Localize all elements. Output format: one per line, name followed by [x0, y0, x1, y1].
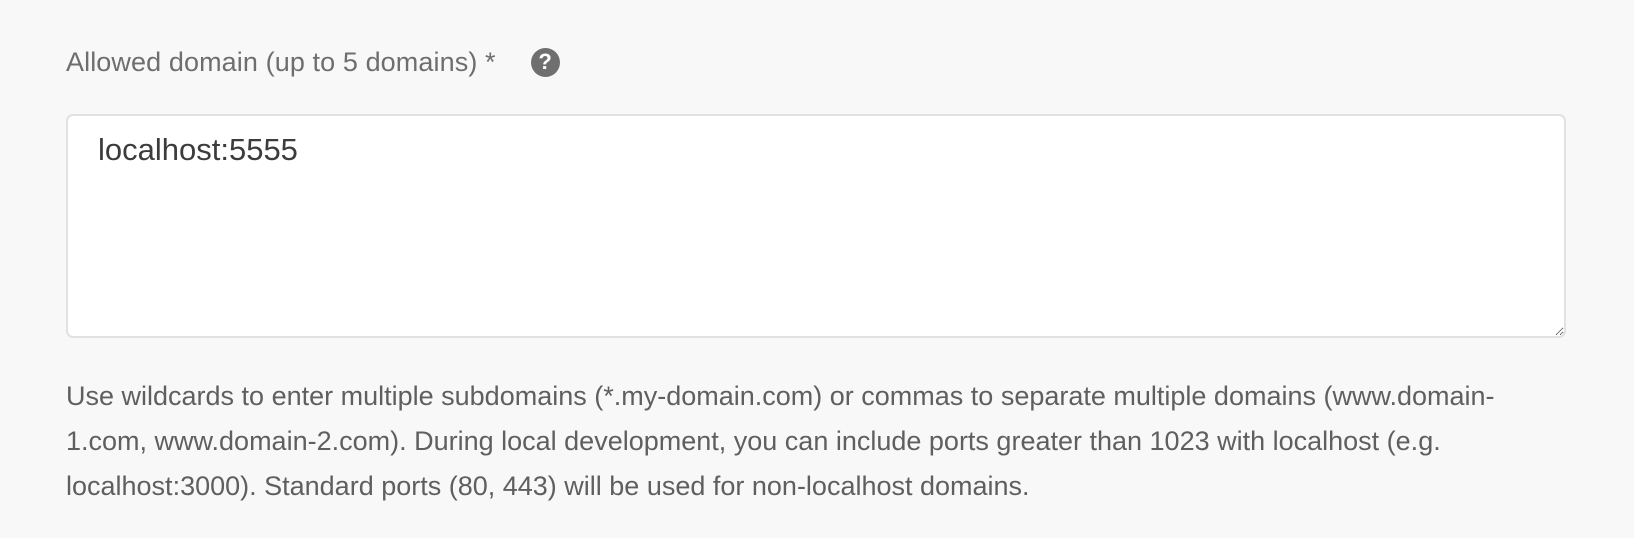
- allowed-domain-label-row: Allowed domain (up to 5 domains) * ?: [66, 40, 1566, 84]
- allowed-domain-input[interactable]: localhost:5555: [66, 114, 1566, 338]
- allowed-domain-hint: Use wildcards to enter multiple subdomai…: [66, 381, 1495, 501]
- allowed-domain-field: Allowed domain (up to 5 domains) * ? loc…: [66, 40, 1566, 501]
- question-circle-icon[interactable]: ?: [530, 47, 560, 77]
- allowed-domain-label: Allowed domain (up to 5 domains) *: [66, 46, 496, 77]
